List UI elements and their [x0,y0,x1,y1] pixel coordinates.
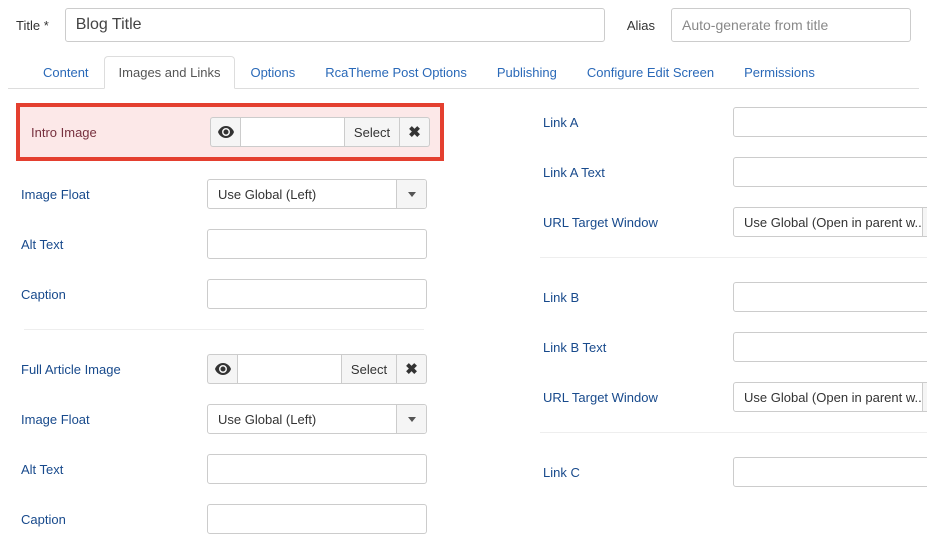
caption-input[interactable] [207,279,427,309]
url-target-a-select[interactable]: Use Global (Open in parent w... [733,207,927,237]
intro-image-clear-button[interactable]: ✖ [400,117,430,147]
tab-options[interactable]: Options [235,56,310,89]
divider [540,432,927,433]
alt-text-label: Alt Text [21,237,207,252]
alt-text-2-input[interactable] [207,454,427,484]
chevron-down-icon [408,417,416,422]
intro-image-media: Select ✖ [210,117,430,147]
full-article-image-path[interactable] [237,354,341,384]
alt-text-input[interactable] [207,229,427,259]
dropdown-caret[interactable] [396,405,426,433]
link-b-text-input[interactable] [733,332,927,362]
divider [540,257,927,258]
caption-2-input[interactable] [207,504,427,534]
alias-input[interactable] [671,8,911,42]
tabs: Content Images and Links Options RcaThem… [8,56,919,89]
title-input[interactable] [65,8,605,42]
url-target-a-value: Use Global (Open in parent w... [734,208,922,236]
full-article-image-label: Full Article Image [21,362,207,377]
full-article-image-media: Select ✖ [207,354,427,384]
url-target-b-select[interactable]: Use Global (Open in parent w... [733,382,927,412]
full-article-image-clear-button[interactable]: ✖ [397,354,427,384]
link-a-text-label: Link A Text [543,165,733,180]
image-float-select[interactable]: Use Global (Left) [207,179,427,209]
close-icon: ✖ [408,123,421,141]
alias-label: Alias [627,18,655,33]
left-column: Intro Image Select ✖ Image Float Use Glo… [8,107,440,554]
image-float-value: Use Global (Left) [208,180,396,208]
caption-label: Caption [21,287,207,302]
link-c-input[interactable] [733,457,927,487]
url-target-b-value: Use Global (Open in parent w... [734,383,922,411]
tab-configure-edit-screen[interactable]: Configure Edit Screen [572,56,729,89]
image-float-2-select[interactable]: Use Global (Left) [207,404,427,434]
dropdown-caret[interactable] [396,180,426,208]
link-a-label: Link A [543,115,733,130]
chevron-down-icon [408,192,416,197]
tab-permissions[interactable]: Permissions [729,56,830,89]
tab-rcatheme-post-options[interactable]: RcaTheme Post Options [310,56,482,89]
close-icon: ✖ [405,360,418,378]
link-b-text-label: Link B Text [543,340,733,355]
image-float-2-value: Use Global (Left) [208,405,396,433]
right-column: Link A Link A Text URL Target Window Use… [480,107,927,554]
title-label: Title * [16,18,49,33]
intro-image-highlight: Intro Image Select ✖ [16,103,444,161]
url-target-a-label: URL Target Window [543,215,733,230]
tab-publishing[interactable]: Publishing [482,56,572,89]
link-a-input[interactable] [733,107,927,137]
alt-text-2-label: Alt Text [21,462,207,477]
tab-content[interactable]: Content [28,56,104,89]
link-b-input[interactable] [733,282,927,312]
url-target-b-label: URL Target Window [543,390,733,405]
header: Title * Alias [8,8,919,42]
divider [24,329,424,330]
eye-icon[interactable] [207,354,237,384]
link-b-label: Link B [543,290,733,305]
link-c-label: Link C [543,465,733,480]
dropdown-caret[interactable] [922,383,927,411]
intro-image-label: Intro Image [31,125,210,140]
intro-image-path[interactable] [240,117,344,147]
intro-image-select-button[interactable]: Select [344,117,400,147]
image-float-2-label: Image Float [21,412,207,427]
image-float-label: Image Float [21,187,207,202]
eye-icon[interactable] [210,117,240,147]
full-article-image-select-button[interactable]: Select [341,354,397,384]
caption-2-label: Caption [21,512,207,527]
tab-images-and-links[interactable]: Images and Links [104,56,236,89]
dropdown-caret[interactable] [922,208,927,236]
link-a-text-input[interactable] [733,157,927,187]
